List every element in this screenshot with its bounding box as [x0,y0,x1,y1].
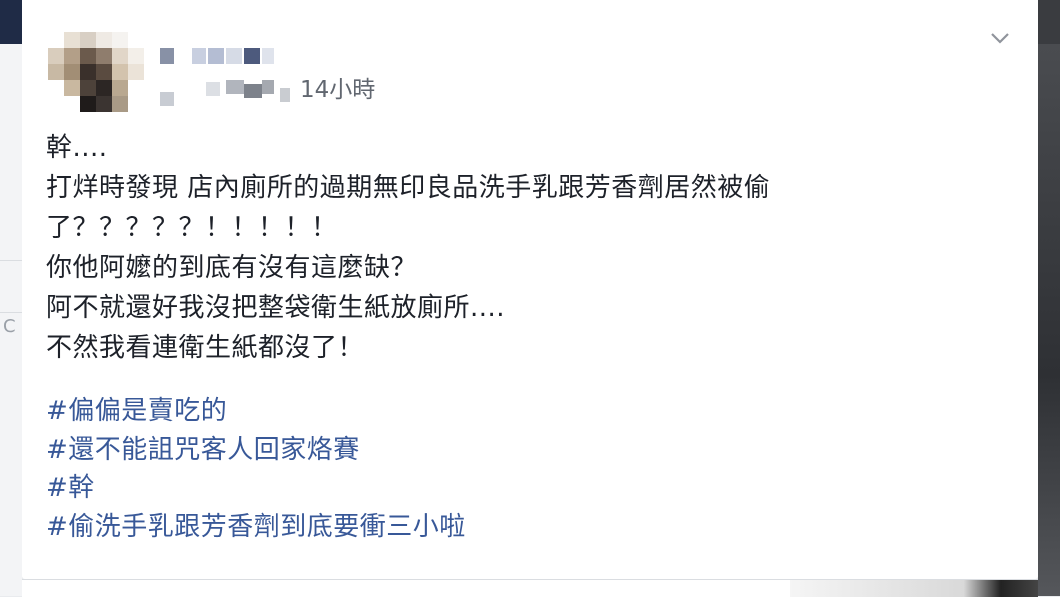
post-text-line: 不然我看連衛生紙都沒了！ [46,333,365,363]
post-text-line: 了？？？？？！！！！！ [46,213,338,243]
post-text-line: 打烊時發現 店內廁所的過期無印良品洗手乳跟芳香劑居然被偷 [46,173,771,203]
attached-photo[interactable] [790,580,1038,597]
post-attachment-area [22,579,1038,597]
hashtag-link[interactable]: #偏偏是賣吃的 [46,392,1006,431]
hashtag-link[interactable]: #幹 [46,469,1006,508]
hashtag-link[interactable]: #偷洗手乳跟芳香劑到底要衝三小啦 [46,508,1006,547]
post-meta-redacted [160,80,300,108]
post-text-line: 幹.... [46,133,108,163]
hashtag-list: #偏偏是賣吃的 #還不能詛咒客人回家烙賽 #幹 #偷洗手乳跟芳香劑到底要衝三小啦 [46,392,1006,546]
avatar[interactable] [48,32,144,112]
hashtag-link[interactable]: #還不能詛咒客人回家烙賽 [46,431,1006,470]
post-text-line: 你他阿嬤的到底有沒有這麼缺？ [46,253,418,283]
left-background-column: C [0,44,22,596]
post-timestamp[interactable]: 14小時 [300,74,375,106]
facebook-post-card: 14小時 幹.... 打烊時發現 店內廁所的過期無印良品洗手乳跟芳香劑居然被偷 … [22,0,1038,579]
chevron-down-icon[interactable] [988,26,1012,50]
post-body: 幹.... 打烊時發現 店內廁所的過期無印良品洗手乳跟芳香劑居然被偷 了？？？？… [46,128,1006,368]
background-photo-edge [1038,44,1060,596]
partial-letter-glyph: C [3,316,16,337]
right-background-image [1038,0,1060,596]
post-text-line: 阿不就還好我沒把整袋衛生紙放廁所.... [46,293,506,323]
divider [0,260,22,261]
divider [0,312,22,313]
author-name-redacted[interactable] [160,48,274,66]
